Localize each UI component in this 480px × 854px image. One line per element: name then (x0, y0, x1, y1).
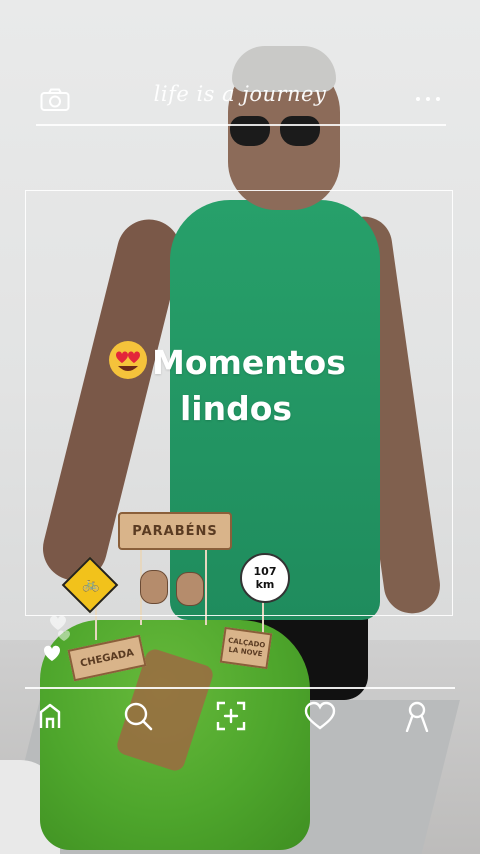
camera-icon[interactable] (40, 88, 70, 112)
top-divider (36, 124, 446, 126)
search-icon[interactable] (120, 698, 156, 734)
home-icon[interactable] (32, 698, 68, 734)
more-icon[interactable] (414, 94, 442, 104)
caption-line-1: Momentos (152, 343, 346, 382)
heart-eyes-emoji-icon (104, 340, 152, 380)
profile-icon[interactable] (399, 698, 435, 734)
bottom-nav (0, 694, 480, 738)
top-bar: life is a journey (0, 74, 480, 124)
scan-add-icon[interactable] (213, 698, 249, 734)
bottom-divider (25, 687, 455, 689)
brand-text: life is a journey (153, 82, 327, 106)
sign-topper: CALÇADO LA NOVE (219, 626, 273, 670)
heart-icon[interactable] (302, 698, 338, 734)
caption: Momentos lindos (104, 340, 404, 432)
caption-line-2: lindos (180, 389, 293, 428)
floating-hearts (40, 608, 80, 668)
